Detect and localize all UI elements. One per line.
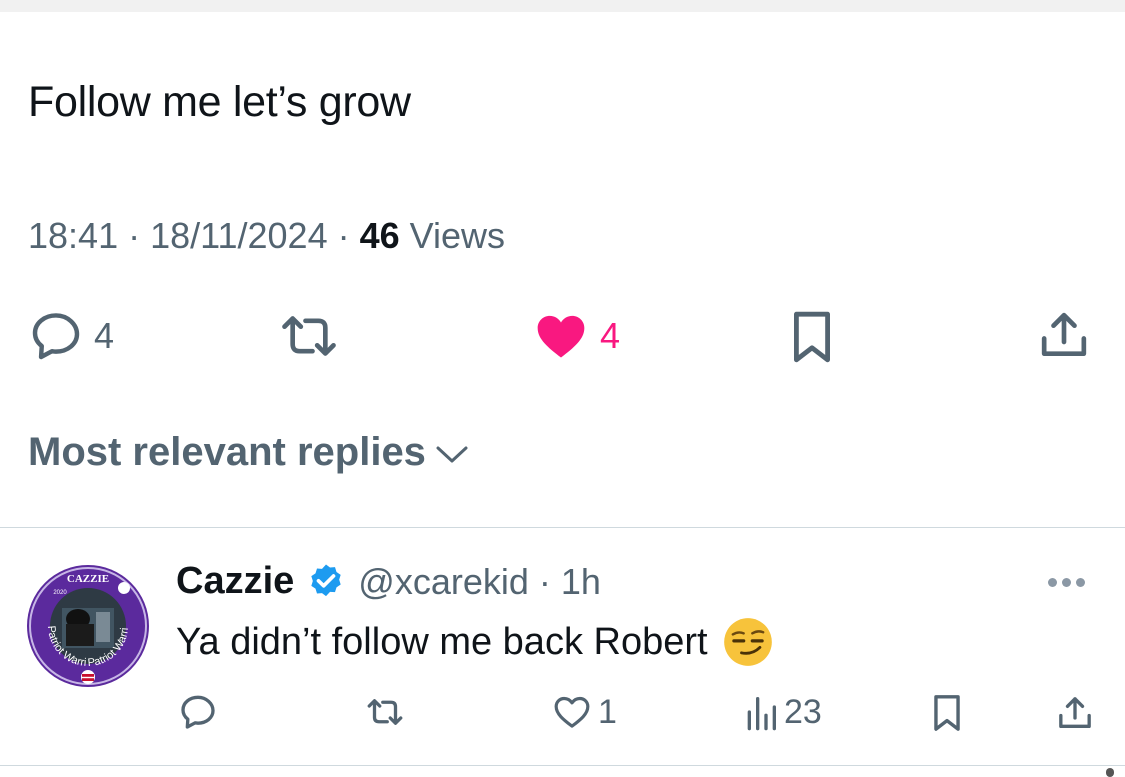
meta-separator: · — [327, 215, 360, 256]
retweet-icon — [367, 699, 403, 725]
reply-retweet-button[interactable] — [362, 694, 408, 730]
bookmark-button[interactable] — [788, 308, 836, 366]
reply-body: Ya didn’t follow me back Robert — [176, 616, 774, 668]
reply-like-button[interactable]: 1 — [552, 692, 617, 732]
bookmark-icon — [794, 311, 830, 363]
reply-view-count: 23 — [784, 692, 822, 731]
retweet-button[interactable] — [275, 308, 343, 364]
speech-bubble-icon — [32, 313, 80, 360]
more-dot — [1062, 578, 1071, 587]
reply-like-count: 1 — [598, 692, 617, 731]
top-edge — [0, 0, 1125, 12]
divider — [0, 765, 1125, 766]
replies-sort-dropdown[interactable]: Most relevant replies — [28, 430, 470, 475]
share-icon — [1041, 312, 1087, 356]
smirking-face-emoji — [722, 616, 774, 668]
reply-views-button[interactable]: 23 — [744, 692, 822, 732]
scroll-indicator — [1106, 768, 1114, 777]
like-count: 4 — [600, 315, 621, 356]
reply-bookmark-button[interactable] — [930, 692, 964, 734]
tweet-date[interactable]: 18/11/2024 — [150, 215, 328, 256]
reply-count: 4 — [94, 315, 115, 356]
bookmark-icon — [934, 695, 960, 731]
more-dot — [1076, 578, 1085, 587]
tweet-time[interactable]: 18:41 — [28, 215, 118, 256]
chevron-down-icon — [436, 446, 468, 462]
reply-button[interactable]: 4 — [28, 308, 114, 364]
tweet-meta: 18:41 · 18/11/2024 · 46 Views — [28, 215, 505, 257]
reply-reply-button[interactable] — [178, 692, 218, 732]
heart-icon — [537, 315, 585, 358]
divider — [0, 527, 1125, 528]
more-dots-icon[interactable] — [1048, 578, 1085, 587]
heart-icon — [554, 696, 590, 728]
reply-text: Ya didn’t follow me back Robert — [176, 620, 708, 663]
share-button[interactable] — [1036, 306, 1092, 364]
verified-badge-icon — [306, 562, 346, 602]
replies-sort-label: Most relevant replies — [28, 430, 426, 474]
reply-author-name[interactable]: Cazzie — [176, 560, 294, 603]
retweet-icon — [282, 316, 336, 356]
avatar-title: CAZZIE — [67, 573, 109, 585]
speech-bubble-icon — [181, 695, 215, 729]
like-button[interactable]: 4 — [532, 308, 620, 364]
views-count[interactable]: 46 — [360, 215, 400, 256]
reply-share-button[interactable] — [1055, 692, 1095, 734]
avatar[interactable]: CAZZIE 2020 Patriot Warriors Patriot War… — [26, 564, 150, 688]
tweet-text: Follow me let’s grow — [28, 78, 411, 126]
meta-separator: · — [118, 215, 151, 256]
avatar-year: 2020 — [53, 590, 67, 596]
views-label[interactable]: Views — [400, 215, 505, 256]
share-icon — [1059, 697, 1091, 728]
more-dot — [1048, 578, 1057, 587]
reply-handle-time[interactable]: @xcarekid · 1h — [358, 561, 601, 603]
bar-chart-icon — [747, 697, 776, 731]
reply-header: Cazzie @xcarekid · 1h — [176, 560, 601, 603]
